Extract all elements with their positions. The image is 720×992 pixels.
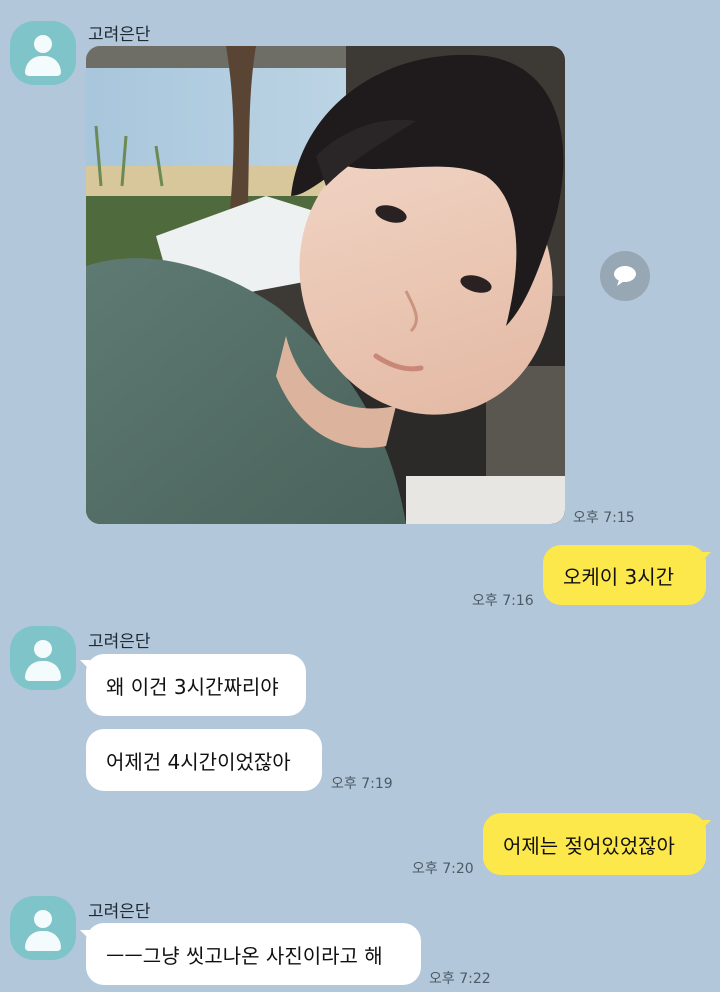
incoming-message-bubble[interactable]: 왜 이건 3시간짜리야	[86, 654, 306, 716]
profile-body-icon	[25, 931, 61, 951]
share-speech-bubble-icon	[614, 266, 636, 286]
share-button[interactable]	[600, 251, 650, 301]
message-time: 오후 7:19	[331, 776, 393, 792]
incoming-message-bubble[interactable]: 어제건 4시간이었잖아	[86, 729, 322, 791]
bubble-tail	[701, 820, 711, 830]
sender-name: 고려은단	[88, 25, 151, 45]
outgoing-message-bubble[interactable]: 어제는 젖어있었잖아	[483, 813, 706, 875]
outgoing-message-bubble[interactable]: 오케이 3시간	[543, 545, 706, 605]
photo-message[interactable]	[86, 46, 565, 524]
sender-avatar[interactable]	[10, 896, 76, 960]
incoming-message-bubble[interactable]: ㅡㅡ그냥 씻고나온 사진이라고 해	[86, 923, 421, 985]
selfie-photo	[86, 46, 565, 524]
sender-avatar[interactable]	[10, 626, 76, 690]
message-time: 오후 7:22	[429, 971, 491, 987]
profile-head-icon	[34, 640, 52, 658]
profile-body-icon	[25, 661, 61, 681]
sender-name: 고려은단	[88, 632, 151, 652]
message-time: 오후 7:20	[412, 861, 474, 877]
bubble-tail	[701, 552, 711, 562]
message-time: 오후 7:16	[472, 593, 534, 609]
profile-head-icon	[34, 910, 52, 928]
profile-head-icon	[34, 35, 52, 53]
sender-avatar[interactable]	[10, 21, 76, 85]
sender-name: 고려은단	[88, 902, 151, 922]
profile-body-icon	[25, 56, 61, 76]
message-time: 오후 7:15	[573, 510, 635, 526]
